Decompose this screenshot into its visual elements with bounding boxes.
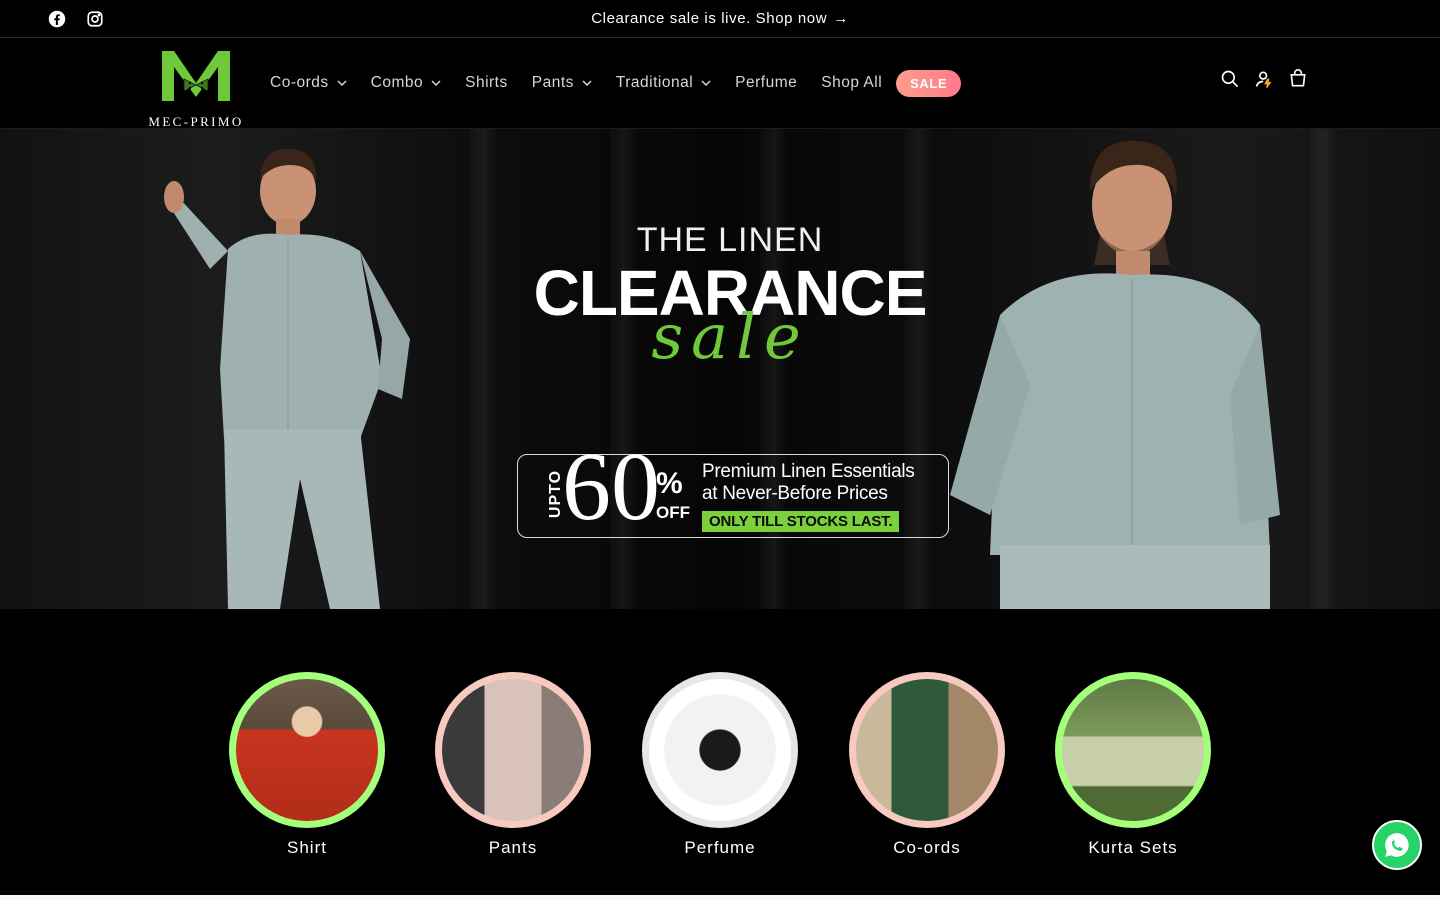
announcement-bar: Clearance sale is live. Shop now → bbox=[0, 0, 1440, 38]
category-ring bbox=[435, 672, 591, 828]
search-icon[interactable] bbox=[1218, 67, 1242, 91]
nav-item-shirts[interactable]: Shirts bbox=[453, 68, 520, 98]
whatsapp-icon bbox=[1385, 833, 1409, 857]
account-icon[interactable] bbox=[1252, 67, 1276, 91]
offer-copy-line-1: Premium Linen Essentials bbox=[702, 461, 915, 482]
offer-copy: Premium Linen Essentials at Never-Before… bbox=[702, 461, 915, 532]
nav-item-shop-all[interactable]: Shop All bbox=[809, 68, 894, 98]
nav-item-label: Shop All bbox=[821, 74, 883, 91]
nav-item-perfume[interactable]: Perfume bbox=[723, 68, 809, 98]
category-shirt[interactable]: Shirt bbox=[229, 672, 385, 858]
category-label: Co-ords bbox=[893, 838, 961, 857]
category-co-ords[interactable]: Co-ords bbox=[849, 672, 1005, 858]
nav-item-traditional[interactable]: Traditional bbox=[604, 68, 723, 98]
announcement-text: Clearance sale is live. Shop now bbox=[591, 10, 828, 27]
category-label: Perfume bbox=[684, 838, 756, 857]
category-label: Pants bbox=[488, 838, 538, 857]
logo-mark-icon bbox=[162, 51, 230, 101]
category-pants[interactable]: Pants bbox=[435, 672, 591, 858]
offer-copy-line-2: at Never-Before Prices bbox=[702, 483, 888, 504]
chevron-down-icon bbox=[431, 80, 441, 86]
nav-item-label: Combo bbox=[370, 74, 424, 91]
category-image bbox=[1062, 679, 1204, 821]
nav-item-label: Co-ords bbox=[270, 74, 329, 91]
sale-badge[interactable]: SALE bbox=[896, 69, 962, 97]
category-perfume[interactable]: Perfume bbox=[642, 672, 798, 858]
footer-edge bbox=[0, 895, 1440, 900]
offer-discount: 60 bbox=[562, 433, 660, 541]
chevron-down-icon bbox=[582, 80, 592, 86]
curtain-fold bbox=[1310, 129, 1338, 609]
category-image bbox=[236, 679, 378, 821]
category-image bbox=[442, 679, 584, 821]
nav-item-label: Perfume bbox=[735, 74, 798, 91]
hero-headline: THE LINEN CLEARANCE sale bbox=[500, 221, 960, 373]
brand-logo[interactable]: MEC-PRIMO bbox=[138, 45, 254, 129]
nav-item-label: Shirts bbox=[465, 74, 508, 91]
offer-box: UPTO 60 % OFF Premium Linen Essentials a… bbox=[517, 437, 949, 538]
hero-model-left bbox=[164, 148, 410, 609]
header-icons bbox=[1218, 67, 1310, 91]
category-section: Shirt Pants Perfume Co-ords Kurta Sets bbox=[0, 609, 1440, 895]
category-ring bbox=[849, 672, 1005, 828]
category-label: Shirt bbox=[287, 838, 327, 857]
arrow-right-icon: → bbox=[833, 10, 849, 27]
site-header: MEC-PRIMO Co-ords Combo Shirts Pants Tra… bbox=[0, 39, 1440, 129]
category-ring bbox=[642, 672, 798, 828]
logo-wordmark: MEC-PRIMO bbox=[148, 114, 244, 129]
category-image bbox=[649, 679, 791, 821]
hero-banner[interactable]: THE LINEN CLEARANCE sale UPTO 60 % OFF P… bbox=[0, 129, 1440, 609]
cart-icon[interactable] bbox=[1286, 67, 1310, 91]
nav-item-co-ords[interactable]: Co-ords bbox=[258, 68, 359, 98]
category-label: Kurta Sets bbox=[1088, 838, 1178, 857]
category-image bbox=[856, 679, 998, 821]
hero-model-right bbox=[950, 140, 1280, 609]
chevron-down-icon bbox=[337, 80, 347, 86]
offer-percent: % bbox=[656, 467, 683, 500]
curtain-fold bbox=[470, 129, 498, 609]
category-ring bbox=[229, 672, 385, 828]
nav-item-label: Traditional bbox=[615, 74, 694, 91]
nav-item-combo[interactable]: Combo bbox=[359, 68, 453, 98]
category-ring bbox=[1055, 672, 1211, 828]
nav-item-label: Pants bbox=[531, 74, 574, 91]
chevron-down-icon bbox=[701, 80, 711, 86]
offer-off: OFF bbox=[656, 503, 690, 522]
whatsapp-button[interactable] bbox=[1372, 820, 1422, 870]
main-nav: Co-ords Combo Shirts Pants Traditional P… bbox=[258, 68, 962, 98]
hero-line-1: THE LINEN bbox=[636, 221, 824, 259]
offer-tag: ONLY TILL STOCKS LAST. bbox=[702, 511, 900, 532]
nav-item-pants[interactable]: Pants bbox=[520, 68, 604, 98]
announcement-link[interactable]: Clearance sale is live. Shop now → bbox=[0, 10, 1440, 27]
category-kurta-sets[interactable]: Kurta Sets bbox=[1055, 672, 1211, 858]
